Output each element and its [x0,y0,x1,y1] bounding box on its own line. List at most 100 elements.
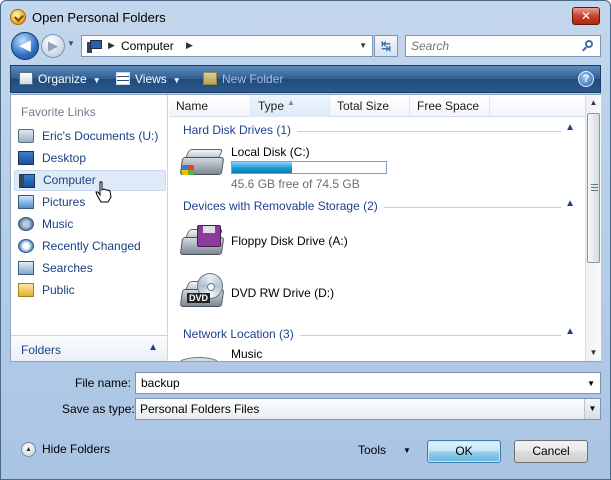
computer-icon [87,40,103,53]
chevron-down-icon[interactable]: ▼ [403,446,411,455]
sidebar-item-label: Computer [43,173,96,187]
computer-icon [19,174,35,188]
refresh-button[interactable]: ↹ [374,35,398,57]
organize-menu[interactable]: Organize ▼ [19,72,101,86]
chevron-down-icon: ▼ [172,76,181,85]
navigation-pane: Favorite Links Eric's Documents (U:) Des… [11,95,168,361]
file-name-combobox[interactable]: ▼ [135,372,601,394]
disk-usage-bar [231,161,387,174]
network-item-music[interactable]: Music [169,347,569,361]
close-button[interactable]: ✕ [572,7,600,25]
drive-item-floppy[interactable]: Floppy Disk Drive (A:) [169,219,569,265]
drive-item-dvd[interactable]: DVD DVD RW Drive (D:) [169,271,569,317]
command-toolbar: Organize ▼ Views ▼ New Folder ? [10,65,601,93]
outlook-app-icon [10,9,26,25]
save-as-type-select[interactable]: Personal Folders Files ▼ [135,398,601,420]
chevron-up-icon[interactable]: ▲ [565,122,575,133]
chevron-up-icon[interactable]: ▲ [565,326,575,337]
address-history-dropdown-icon[interactable]: ▼ [359,41,367,50]
organize-label: Organize [38,72,87,86]
sidebar-item-desktop[interactable]: Desktop [14,148,166,169]
group-header-removable[interactable]: Devices with Removable Storage (2) ▲ [169,197,585,215]
drive-name: DVD RW Drive (D:) [231,286,335,300]
music-icon [18,217,34,231]
breadcrumb-computer[interactable]: Computer [121,39,174,53]
sidebar-item-pictures[interactable]: Pictures [14,192,166,213]
sidebar-item-public[interactable]: Public [14,280,166,301]
drive-item-local-disk[interactable]: Local Disk (C:) 45.6 GB free of 74.5 GB [169,139,569,191]
group-header-network[interactable]: Network Location (3) ▲ [169,325,585,343]
sidebar-item-label: Pictures [42,195,86,209]
hide-folders-label: Hide Folders [42,442,111,456]
column-header-free-space[interactable]: Free Space [410,95,490,117]
search-box[interactable] [405,35,601,57]
scroll-down-icon[interactable]: ▼ [586,345,601,361]
sidebar-item-recently-changed[interactable]: Recently Changed [14,236,166,257]
organize-icon [19,72,33,85]
sidebar-item-documents[interactable]: Eric's Documents (U:) [14,126,166,147]
sidebar-item-computer[interactable]: Computer [14,170,166,191]
sidebar-item-label: Desktop [42,151,87,165]
group-header-hard-disks[interactable]: Hard Disk Drives (1) ▲ [169,121,585,139]
window-title: Open Personal Folders [32,10,166,25]
column-header-type[interactable]: Type ▲ [251,95,330,117]
recent-pages-dropdown-icon[interactable]: ▼ [67,39,75,48]
views-menu[interactable]: Views ▼ [116,72,181,86]
forward-button[interactable]: ▶ [41,34,65,58]
file-list: Name Type ▲ Total Size Free Space Hard Di… [169,95,585,361]
chevron-down-icon: ▼ [92,76,101,85]
vertical-scrollbar[interactable]: ▲ ▼ [585,95,601,361]
disk-usage-fill [232,162,293,173]
search-icon[interactable] [582,40,594,52]
sidebar-item-label: Eric's Documents (U:) [42,129,159,143]
pictures-icon [18,195,34,209]
documents-icon [18,129,34,143]
back-button[interactable]: ◀ [11,32,39,60]
drive-free-space: 45.6 GB free of 74.5 GB [231,177,360,191]
address-bar[interactable]: ▶ Computer ▶ ▼ [81,35,373,57]
sidebar-item-music[interactable]: Music [14,214,166,235]
folders-toggle[interactable]: Folders ▲ [11,335,167,361]
hard-drive-icon [179,145,225,181]
new-folder-label: New Folder [222,72,284,86]
breadcrumb-arrow-icon[interactable]: ▶ [108,40,115,51]
hand-cursor-icon [95,181,112,203]
tools-menu[interactable]: Tools [358,443,386,457]
views-icon [116,72,130,85]
file-name-input[interactable] [136,373,576,393]
column-headers: Name Type ▲ Total Size Free Space [169,95,585,117]
column-header-name[interactable]: Name [169,95,251,117]
chevron-up-icon: ▲ [21,442,36,457]
title-bar[interactable]: Open Personal Folders ✕ [1,1,610,31]
chevron-up-icon[interactable]: ▲ [148,342,158,353]
recently-changed-icon [18,239,34,253]
desktop-icon [18,151,34,165]
new-folder-button[interactable]: New Folder [203,72,283,86]
sidebar-item-label: Recently Changed [42,239,141,253]
drive-name: Local Disk (C:) [231,145,310,159]
chevron-down-icon[interactable]: ▼ [587,379,595,388]
folders-label: Folders [21,343,62,357]
sidebar-item-label: Music [42,217,74,231]
group-label: Network Location (3) [183,327,300,341]
cancel-button[interactable]: Cancel [514,440,588,463]
save-as-type-value: Personal Folders Files [140,402,260,416]
views-label: Views [135,72,167,86]
ok-button[interactable]: OK [427,440,501,463]
open-dialog-window: Open Personal Folders ✕ ◀ ▶ ▼ ▶ Computer… [0,0,611,480]
breadcrumb-arrow-icon[interactable]: ▶ [186,40,193,51]
scrollbar-thumb[interactable] [587,113,600,263]
scroll-up-icon[interactable]: ▲ [586,95,601,111]
grip-icon [591,184,598,192]
column-header-total-size[interactable]: Total Size [330,95,410,117]
help-button[interactable]: ? [578,71,594,87]
chevron-down-icon[interactable]: ▼ [584,399,600,419]
file-name-label: File name: [75,376,132,390]
search-input[interactable] [406,36,576,56]
browser-pane: Favorite Links Eric's Documents (U:) Des… [10,94,601,362]
group-label: Hard Disk Drives (1) [183,123,298,137]
sidebar-item-searches[interactable]: Searches [14,258,166,279]
dvd-badge: DVD [187,293,211,303]
searches-icon [18,261,34,275]
chevron-up-icon[interactable]: ▲ [565,198,575,209]
